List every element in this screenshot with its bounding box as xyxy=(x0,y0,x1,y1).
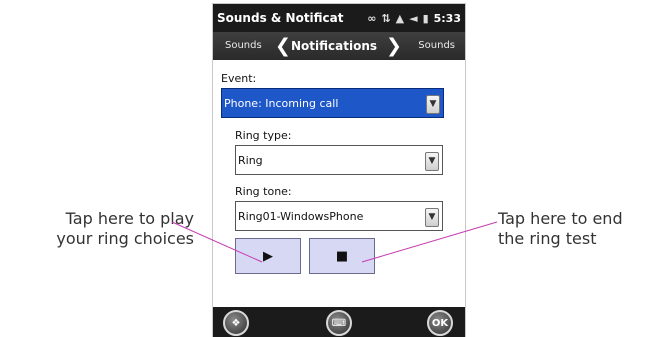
windows-start-button[interactable]: ❖ xyxy=(223,310,249,336)
voicemail-icon: ∞ xyxy=(367,11,377,25)
stop-callout: Tap here to end the ring test xyxy=(498,209,657,249)
event-label: Event: xyxy=(221,72,257,85)
signal-icon: ▲ xyxy=(395,11,405,25)
dropdown-arrow-icon[interactable]: ▼ xyxy=(426,95,440,114)
event-dropdown[interactable]: Phone: Incoming call ▼ xyxy=(221,88,444,118)
clock[interactable]: 5:33 xyxy=(434,12,461,25)
soft-key-bar: ❖ ⌨ OK xyxy=(213,307,465,337)
stop-callout-line1: Tap here to end xyxy=(498,209,623,228)
stop-button[interactable]: ■ xyxy=(309,238,375,274)
ok-button[interactable]: OK xyxy=(427,310,453,336)
play-icon: ▶ xyxy=(263,248,273,264)
windows-logo-icon: ❖ xyxy=(231,317,241,329)
ring-type-value: Ring xyxy=(238,153,263,167)
status-icons: ∞ ⇅ ▲ ◄ ▮ 5:33 xyxy=(367,4,461,32)
keyboard-button[interactable]: ⌨ xyxy=(326,310,352,336)
play-button[interactable]: ▶ xyxy=(235,238,301,274)
event-value: Phone: Incoming call xyxy=(224,96,339,110)
device-screen: Sounds & Notificat ∞ ⇅ ▲ ◄ ▮ 5:33 Sounds… xyxy=(213,4,465,337)
volume-icon[interactable]: ◄ xyxy=(409,12,417,25)
ring-type-label: Ring type: xyxy=(235,129,292,142)
nav-bar: Sounds ❮ Notifications ❯ Sounds xyxy=(213,32,465,60)
chevron-left-icon[interactable]: ❮ xyxy=(275,35,291,57)
ok-label: OK xyxy=(431,317,449,329)
notifications-form: Event: Phone: Incoming call ▼ Ring type:… xyxy=(213,60,465,308)
battery-icon: ▮ xyxy=(422,11,429,25)
nav-next-link[interactable]: Sounds xyxy=(418,40,455,51)
stop-icon: ■ xyxy=(335,248,349,264)
window-title: Sounds & Notificat xyxy=(217,11,344,25)
ring-tone-value: Ring01-WindowsPhone xyxy=(238,209,364,223)
dropdown-arrow-icon[interactable]: ▼ xyxy=(425,152,439,171)
ring-type-dropdown[interactable]: Ring ▼ xyxy=(235,145,443,175)
status-bar: Sounds & Notificat ∞ ⇅ ▲ ◄ ▮ 5:33 xyxy=(213,4,465,32)
keyboard-icon: ⌨ xyxy=(331,317,347,329)
ring-tone-label: Ring tone: xyxy=(235,185,292,198)
play-callout: Tap here to play your ring choices xyxy=(8,209,194,249)
stop-callout-line2: the ring test xyxy=(498,229,597,248)
chevron-right-icon[interactable]: ❯ xyxy=(386,35,402,57)
play-callout-line1: Tap here to play xyxy=(65,209,194,228)
ring-tone-dropdown[interactable]: Ring01-WindowsPhone ▼ xyxy=(235,201,443,231)
page-title: Notifications xyxy=(291,39,378,53)
sync-icon: ⇅ xyxy=(381,11,391,25)
nav-prev-link[interactable]: Sounds xyxy=(225,40,262,51)
play-callout-line2: your ring choices xyxy=(56,229,194,248)
dropdown-arrow-icon[interactable]: ▼ xyxy=(425,208,439,227)
